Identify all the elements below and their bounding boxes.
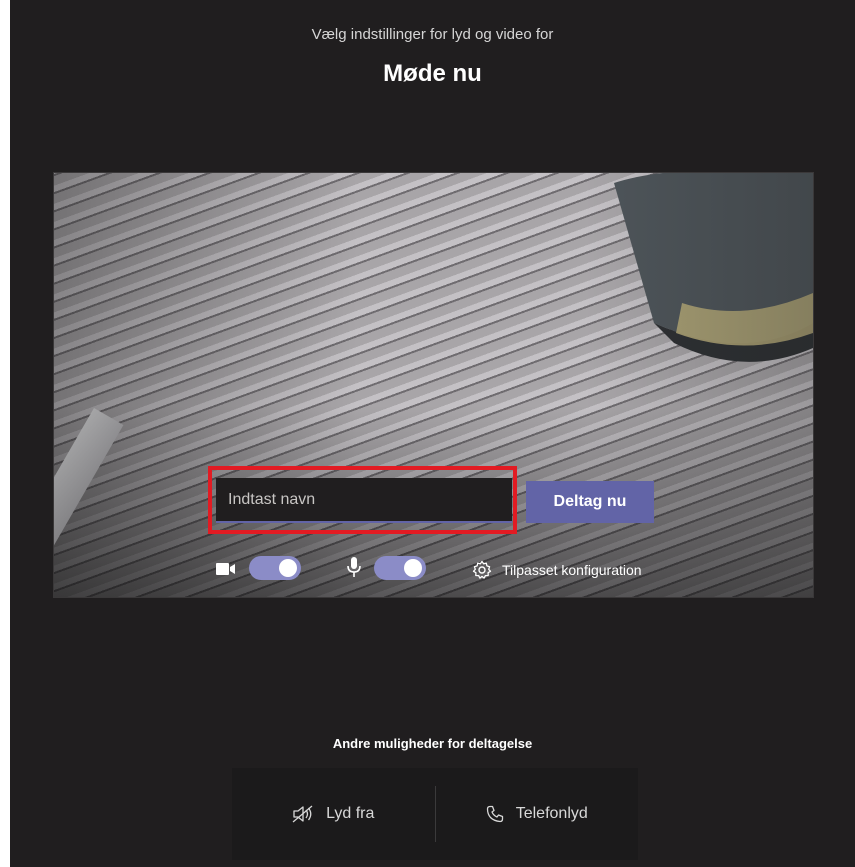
meeting-prejoin-screen: Vælg indstillinger for lyd og video for …: [10, 0, 855, 867]
camera-icon: [216, 563, 235, 575]
name-input[interactable]: [216, 478, 512, 523]
other-options-heading: Andre muligheder for deltagelse: [332, 736, 533, 751]
phone-audio-label: Telefonlyd: [515, 805, 588, 822]
microphone-icon: [347, 557, 361, 577]
custom-configuration-button[interactable]: Tilpasset konfiguration: [472, 557, 642, 583]
audio-off-option[interactable]: Lyd fra: [232, 768, 435, 860]
other-options-panel: Lyd fra Telefonlyd: [232, 768, 638, 860]
meeting-title: Møde nu: [383, 60, 482, 87]
microphone-toggle[interactable]: [374, 556, 426, 580]
phone-audio-option[interactable]: Telefonlyd: [436, 768, 639, 860]
speaker-off-icon: [292, 805, 313, 823]
join-now-button[interactable]: Deltag nu: [526, 481, 654, 523]
custom-configuration-label: Tilpasset konfiguration: [502, 562, 642, 578]
phone-icon: [486, 805, 503, 823]
page-subtitle: Vælg indstillinger for lyd og video for: [311, 26, 554, 43]
audio-off-label: Lyd fra: [326, 805, 375, 822]
microphone-toggle-knob: [404, 559, 422, 577]
camera-toggle-knob: [279, 559, 297, 577]
camera-toggle[interactable]: [249, 556, 301, 580]
gear-icon: [472, 560, 492, 579]
